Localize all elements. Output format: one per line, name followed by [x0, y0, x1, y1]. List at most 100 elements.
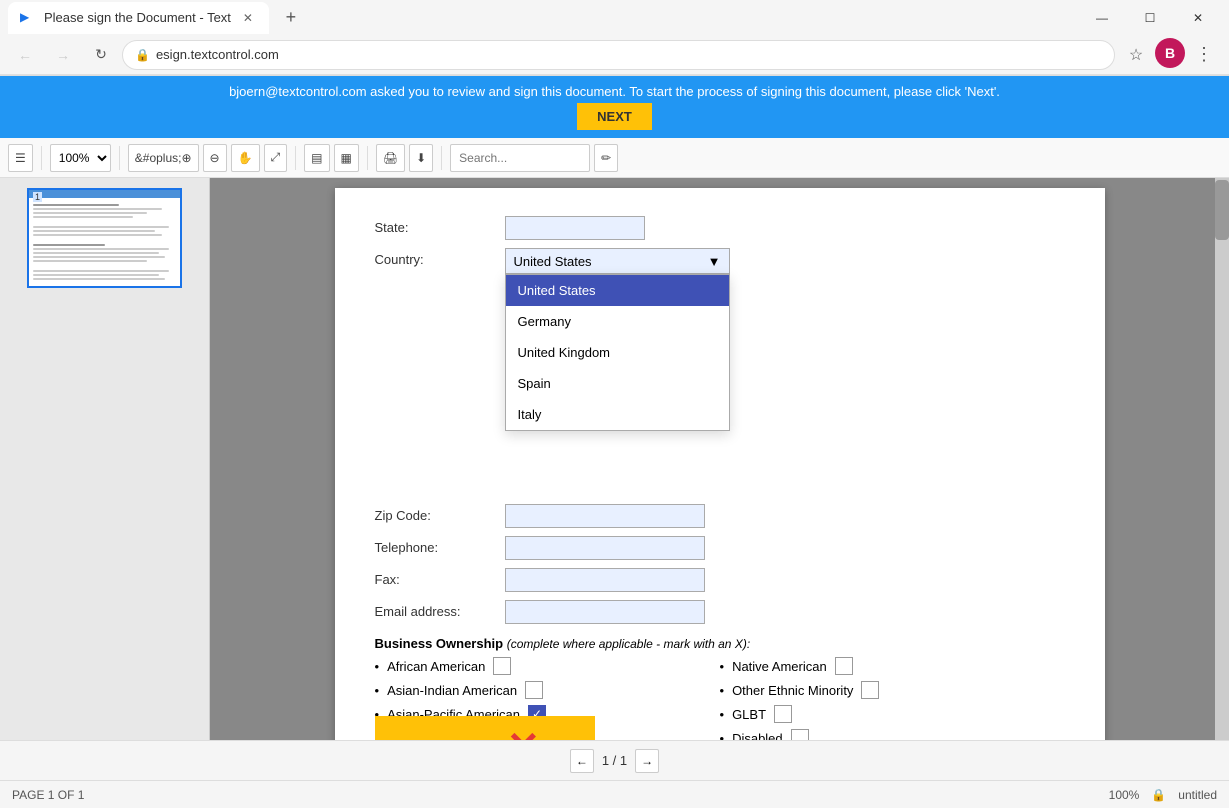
ownership-label-other-ethnic: Other Ethnic Minority	[732, 683, 853, 698]
lock-status-icon: 🔒	[1151, 788, 1166, 802]
nav-right-buttons: ☆ B ⋮	[1119, 38, 1221, 72]
fax-row: Fax:	[375, 568, 1065, 592]
single-page-button[interactable]: ▤	[304, 144, 329, 172]
checkbox-glbt[interactable]	[774, 705, 792, 723]
zoom-out-button[interactable]: ⊖	[203, 144, 227, 172]
fax-input[interactable]	[505, 568, 705, 592]
thumb-content	[29, 198, 180, 286]
new-tab-button[interactable]: +	[277, 4, 305, 32]
profile-button[interactable]: B	[1155, 38, 1185, 68]
page-info: 1 / 1	[602, 753, 627, 768]
window-controls: — ☐ ✕	[1079, 0, 1221, 35]
page-status: PAGE 1 OF 1	[12, 788, 84, 802]
country-label: Country:	[375, 248, 505, 267]
bullet-icon: •	[375, 683, 380, 698]
toolbar-separator-3	[295, 146, 296, 170]
forward-button[interactable]: →	[46, 38, 80, 72]
tab-favicon: ▶	[20, 10, 36, 26]
minimize-button[interactable]: —	[1079, 0, 1125, 35]
zoom-in-button[interactable]: &#oplus;⊕	[128, 144, 199, 172]
title-bar: ▶ Please sign the Document - Text ✕ + — …	[0, 0, 1229, 35]
business-ownership-title: Business Ownership (complete where appli…	[375, 636, 1065, 651]
dropdown-option-united-states[interactable]: United States	[506, 275, 729, 306]
document-page: State: Country: United States ▼ United S…	[335, 188, 1105, 740]
dropdown-option-spain[interactable]: Spain	[506, 368, 729, 399]
state-input[interactable]	[505, 216, 645, 240]
back-button[interactable]: ←	[8, 38, 42, 72]
checkbox-african-american[interactable]	[493, 657, 511, 675]
maximize-button[interactable]: ☐	[1127, 0, 1173, 35]
fit-page-button[interactable]: ⤢	[264, 144, 288, 172]
zoom-select[interactable]: 100% 75% 125% 150%	[50, 144, 111, 172]
country-row: Country: United States ▼ United States G…	[375, 248, 1065, 274]
telephone-input[interactable]	[505, 536, 705, 560]
prev-page-button[interactable]: ←	[570, 749, 594, 773]
state-label: State:	[375, 216, 505, 235]
checkbox-native-american[interactable]	[835, 657, 853, 675]
bullet-icon: •	[720, 683, 725, 698]
two-page-button[interactable]: ▦	[334, 144, 359, 172]
telephone-row: Telephone:	[375, 536, 1065, 560]
reload-button[interactable]: ↻	[84, 38, 118, 72]
email-input[interactable]	[505, 600, 705, 624]
browser-tab[interactable]: ▶ Please sign the Document - Text ✕	[8, 2, 269, 34]
address-text: esign.textcontrol.com	[156, 47, 1102, 62]
thumb-page-num: 1	[33, 192, 42, 202]
sign-here-label: SIGN HERE	[418, 739, 495, 740]
ownership-label-native: Native American	[732, 659, 827, 674]
address-bar[interactable]: 🔒 esign.textcontrol.com	[122, 40, 1115, 70]
bullet-icon: •	[720, 707, 725, 722]
email-row: Email address:	[375, 600, 1065, 624]
checkbox-asian-indian[interactable]	[525, 681, 543, 699]
ownership-item-other-ethnic: • Other Ethnic Minority	[720, 681, 1065, 699]
vertical-scrollbar[interactable]	[1215, 178, 1229, 740]
page-thumbnails-sidebar: 1	[0, 178, 210, 740]
menu-button[interactable]: ⋮	[1187, 38, 1221, 72]
ownership-label-african: African American	[387, 659, 485, 674]
state-row: State:	[375, 216, 1065, 240]
document-toolbar: ☰ 100% 75% 125% 150% &#oplus;⊕ ⊖ ✋ ⤢ ▤ ▦…	[0, 138, 1229, 178]
browser-chrome: ▶ Please sign the Document - Text ✕ + — …	[0, 0, 1229, 76]
ownership-item-disabled: • Disabled	[720, 729, 1065, 740]
dropdown-arrow-icon: ▼	[708, 254, 721, 269]
zip-label: Zip Code:	[375, 504, 505, 523]
lock-icon: 🔒	[135, 48, 150, 62]
bookmark-button[interactable]: ☆	[1119, 38, 1153, 72]
filename-status: untitled	[1178, 788, 1217, 802]
page-thumbnail-1[interactable]: 1	[27, 188, 182, 288]
tab-close-button[interactable]: ✕	[239, 9, 257, 27]
checkbox-disabled[interactable]	[791, 729, 809, 740]
next-button[interactable]: NEXT	[577, 103, 652, 130]
next-page-button[interactable]: →	[635, 749, 659, 773]
bullet-icon: •	[375, 659, 380, 674]
scrollbar-thumb[interactable]	[1215, 180, 1229, 240]
toolbar-separator-2	[119, 146, 120, 170]
status-right: 100% 🔒 untitled	[1109, 788, 1217, 802]
email-label: Email address:	[375, 600, 505, 619]
ownership-item-african-american: • African American	[375, 657, 720, 675]
dropdown-option-italy[interactable]: Italy	[506, 399, 729, 430]
status-left: PAGE 1 OF 1	[12, 788, 84, 802]
download-button[interactable]: ⬇	[409, 144, 433, 172]
search-input[interactable]	[450, 144, 590, 172]
main-content-area: 1	[0, 178, 1229, 740]
page-navigation-bar: ← 1 / 1 →	[0, 740, 1229, 780]
pan-button[interactable]: ✋	[231, 144, 260, 172]
sidebar-toggle-button[interactable]: ☰	[8, 144, 33, 172]
ownership-label-disabled: Disabled	[732, 731, 783, 741]
close-button[interactable]: ✕	[1175, 0, 1221, 35]
country-dropdown-list: United States Germany United Kingdom Spa…	[505, 274, 730, 431]
print-button[interactable]: 🖨	[376, 144, 405, 172]
country-dropdown-display[interactable]: United States ▼	[505, 248, 730, 274]
country-dropdown[interactable]: United States ▼ United States Germany Un…	[505, 248, 730, 274]
dropdown-option-united-kingdom[interactable]: United Kingdom	[506, 337, 729, 368]
ownership-label-glbt: GLBT	[732, 707, 766, 722]
ownership-item-native-american: • Native American	[720, 657, 1065, 675]
annotate-button[interactable]: ✏	[594, 144, 618, 172]
checkbox-other-ethnic[interactable]	[861, 681, 879, 699]
sign-here-widget[interactable]: ➤ SIGN HERE ✕	[375, 716, 595, 740]
dropdown-option-germany[interactable]: Germany	[506, 306, 729, 337]
telephone-label: Telephone:	[375, 536, 505, 555]
zip-input[interactable]	[505, 504, 705, 528]
notification-message: bjoern@textcontrol.com asked you to revi…	[229, 84, 1000, 99]
